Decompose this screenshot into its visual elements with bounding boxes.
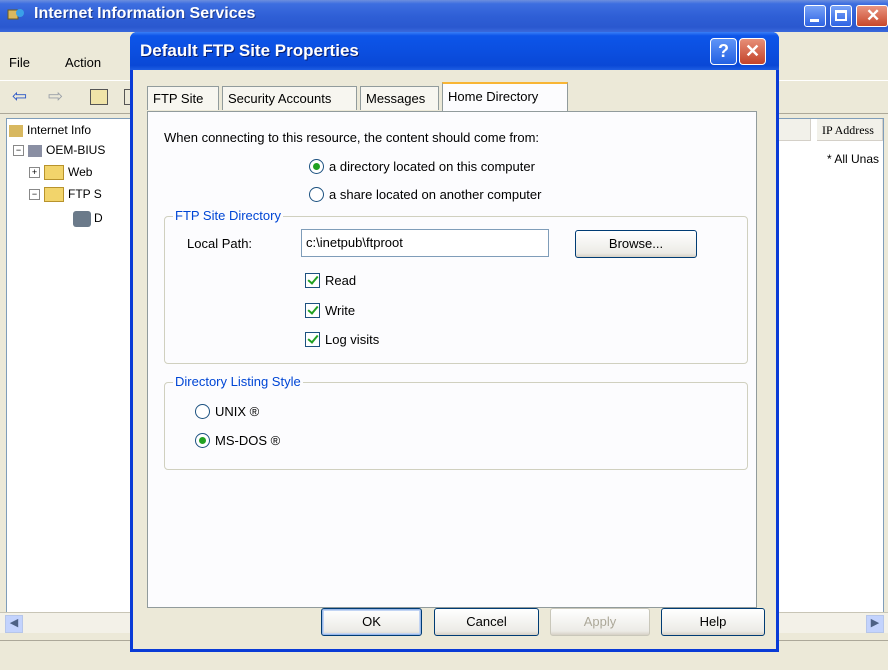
list-cell-ip: * All Unas (827, 152, 880, 166)
local-path-label: Local Path: (187, 236, 253, 251)
ftp-site-directory-group: FTP Site Directory Local Path: c:\inetpu… (164, 208, 748, 364)
ftp-properties-dialog: Default FTP Site Properties ? ✕ FTP Site… (130, 32, 779, 652)
help-button[interactable]: Help (661, 608, 765, 636)
scroll-right-icon[interactable]: ▶ (866, 615, 884, 633)
tree-web[interactable]: + Web (29, 165, 92, 181)
computer-icon (28, 144, 42, 157)
tree-root[interactable]: Internet Info (9, 123, 91, 137)
folder-icon (44, 187, 64, 203)
up-folder-icon[interactable] (90, 89, 108, 105)
minimize-button[interactable] (804, 5, 826, 27)
write-checkbox[interactable] (305, 303, 320, 318)
log-visits-checkbox[interactable] (305, 332, 320, 347)
help-icon[interactable]: ? (710, 38, 737, 65)
radio-ms-dos-label[interactable]: MS-DOS ® (215, 433, 280, 448)
radio-local-directory-label[interactable]: a directory located on this computer (329, 159, 535, 174)
radio-unix[interactable] (195, 404, 210, 419)
folder-icon (44, 165, 64, 181)
scroll-left-icon[interactable]: ◀ (5, 615, 23, 633)
iis-node-icon (9, 124, 23, 137)
expand-box-icon[interactable]: + (29, 167, 40, 179)
apply-button[interactable]: Apply (550, 608, 650, 636)
tab-security-accounts[interactable]: Security Accounts (222, 86, 357, 110)
tab-messages[interactable]: Messages (360, 86, 439, 110)
main-window-title: Internet Information Services (34, 5, 256, 22)
collapse-box-icon[interactable]: − (29, 189, 40, 201)
read-checkbox[interactable] (305, 273, 320, 288)
directory-listing-style-legend: Directory Listing Style (173, 374, 303, 389)
tree-default-ftp[interactable]: D (73, 211, 103, 227)
home-directory-panel: When connecting to this resource, the co… (147, 111, 757, 608)
radio-unix-label[interactable]: UNIX ® (215, 404, 259, 419)
collapse-box-icon[interactable]: − (13, 145, 24, 157)
dialog-title-bar[interactable]: Default FTP Site Properties ? ✕ (130, 32, 779, 70)
tab-ftp-site[interactable]: FTP Site (147, 86, 219, 110)
radio-local-directory[interactable] (309, 159, 324, 174)
back-arrow-icon[interactable]: ⇦ (12, 86, 27, 107)
menu-file[interactable]: File (9, 55, 30, 70)
dialog-title: Default FTP Site Properties (140, 41, 359, 60)
directory-listing-style-group: Directory Listing Style UNIX ® MS-DOS ® (164, 374, 748, 470)
browse-button[interactable]: Browse... (575, 230, 697, 258)
forward-arrow-icon[interactable]: ⇨ (48, 86, 63, 107)
write-label[interactable]: Write (325, 303, 355, 318)
menu-action[interactable]: Action (65, 55, 101, 70)
dialog-close-icon[interactable]: ✕ (739, 38, 766, 65)
radio-network-share[interactable] (309, 187, 324, 202)
tab-home-directory[interactable]: Home Directory (442, 82, 568, 111)
source-prompt: When connecting to this resource, the co… (164, 130, 540, 145)
maximize-button[interactable] (830, 5, 852, 27)
iis-app-icon (7, 9, 24, 20)
tree-server[interactable]: − OEM-BIUS (13, 143, 105, 157)
column-header-ip[interactable]: IP Address (817, 119, 883, 141)
tree-ftp[interactable]: − FTP S (29, 187, 102, 203)
read-label[interactable]: Read (325, 273, 356, 288)
local-path-input[interactable]: c:\inetpub\ftproot (301, 229, 549, 257)
main-close-button[interactable]: ✕ (856, 5, 888, 27)
radio-network-share-label[interactable]: a share located on another computer (329, 187, 541, 202)
main-title-bar[interactable]: Internet Information Services ✕ (0, 0, 888, 32)
ftp-site-directory-legend: FTP Site Directory (173, 208, 283, 223)
radio-ms-dos[interactable] (195, 433, 210, 448)
log-visits-label[interactable]: Log visits (325, 332, 379, 347)
tree-pane: Internet Info − OEM-BIUS + Web − FTP S D (6, 118, 148, 628)
ok-button[interactable]: OK (321, 608, 422, 636)
ftp-site-icon (73, 211, 91, 227)
cancel-button[interactable]: Cancel (434, 608, 539, 636)
